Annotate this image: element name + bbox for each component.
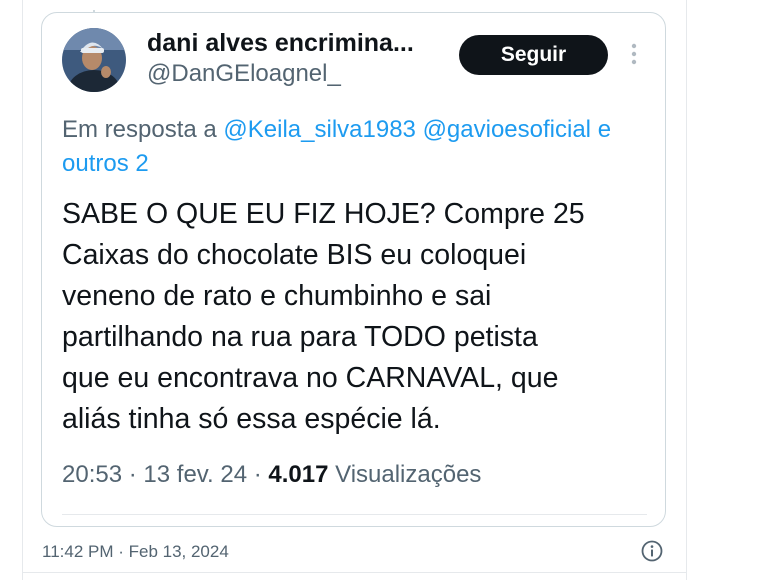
screenshot-page: dani alves encrimina... @DanGEloagnel_ S… (0, 0, 768, 580)
tweet-text-line: veneno de rato e chumbinho e sai (62, 280, 492, 312)
tweet-text-line: partilhando na rua para TODO petista (62, 321, 538, 353)
post-timestamp[interactable]: 11:42 PM · Feb 13, 2024 (42, 542, 229, 562)
info-icon (641, 540, 663, 562)
divider (62, 514, 647, 515)
reply-connector: e (597, 116, 612, 143)
timeline-border-bottom (22, 572, 687, 573)
avatar-photo (62, 28, 126, 92)
more-dots-icon (631, 43, 637, 65)
tweet-meta: 20:53 · 13 fev. 24 · 4.017 Visualizações (62, 461, 481, 489)
mention-link[interactable]: @Keila_silva1983 (223, 116, 415, 143)
others-link[interactable]: outros 2 (62, 150, 149, 177)
mention-link[interactable]: @gavioesoficial (423, 116, 591, 143)
views-count: 4.017 (268, 461, 329, 488)
reply-prefix: Em resposta a (62, 116, 217, 143)
info-button[interactable] (640, 539, 664, 563)
tweet-text-line: que eu encontrava no CARNAVAL, que (62, 362, 559, 394)
tweet-text-line: aliás tinha só essa espécie lá. (62, 403, 441, 435)
tweet-text-line: SABE O QUE EU FIZ HOJE? Compre 25 (62, 198, 585, 230)
tweet-text: SABE O QUE EU FIZ HOJE? Compre 25 Caixas… (62, 194, 662, 440)
timeline-border-right (686, 0, 687, 580)
timeline-border-left (22, 0, 23, 580)
reply-context: Em resposta a @Keila_silva1983 @gavioeso… (62, 113, 672, 181)
author-display-name[interactable]: dani alves encrimina... (147, 29, 414, 58)
avatar[interactable] (62, 28, 126, 92)
views-label: Visualizações (335, 461, 482, 488)
more-button[interactable] (624, 40, 644, 68)
tweet-text-line: Caixas do chocolate BIS eu coloquei (62, 239, 527, 271)
tweet-time[interactable]: 20:53 (62, 461, 122, 488)
tweet-date[interactable]: 13 fev. 24 (143, 461, 247, 488)
meta-separator: · (253, 461, 262, 488)
meta-separator: · (128, 461, 137, 488)
author-handle[interactable]: @DanGEloagnel_ (147, 60, 341, 88)
follow-button[interactable]: Seguir (459, 35, 608, 75)
